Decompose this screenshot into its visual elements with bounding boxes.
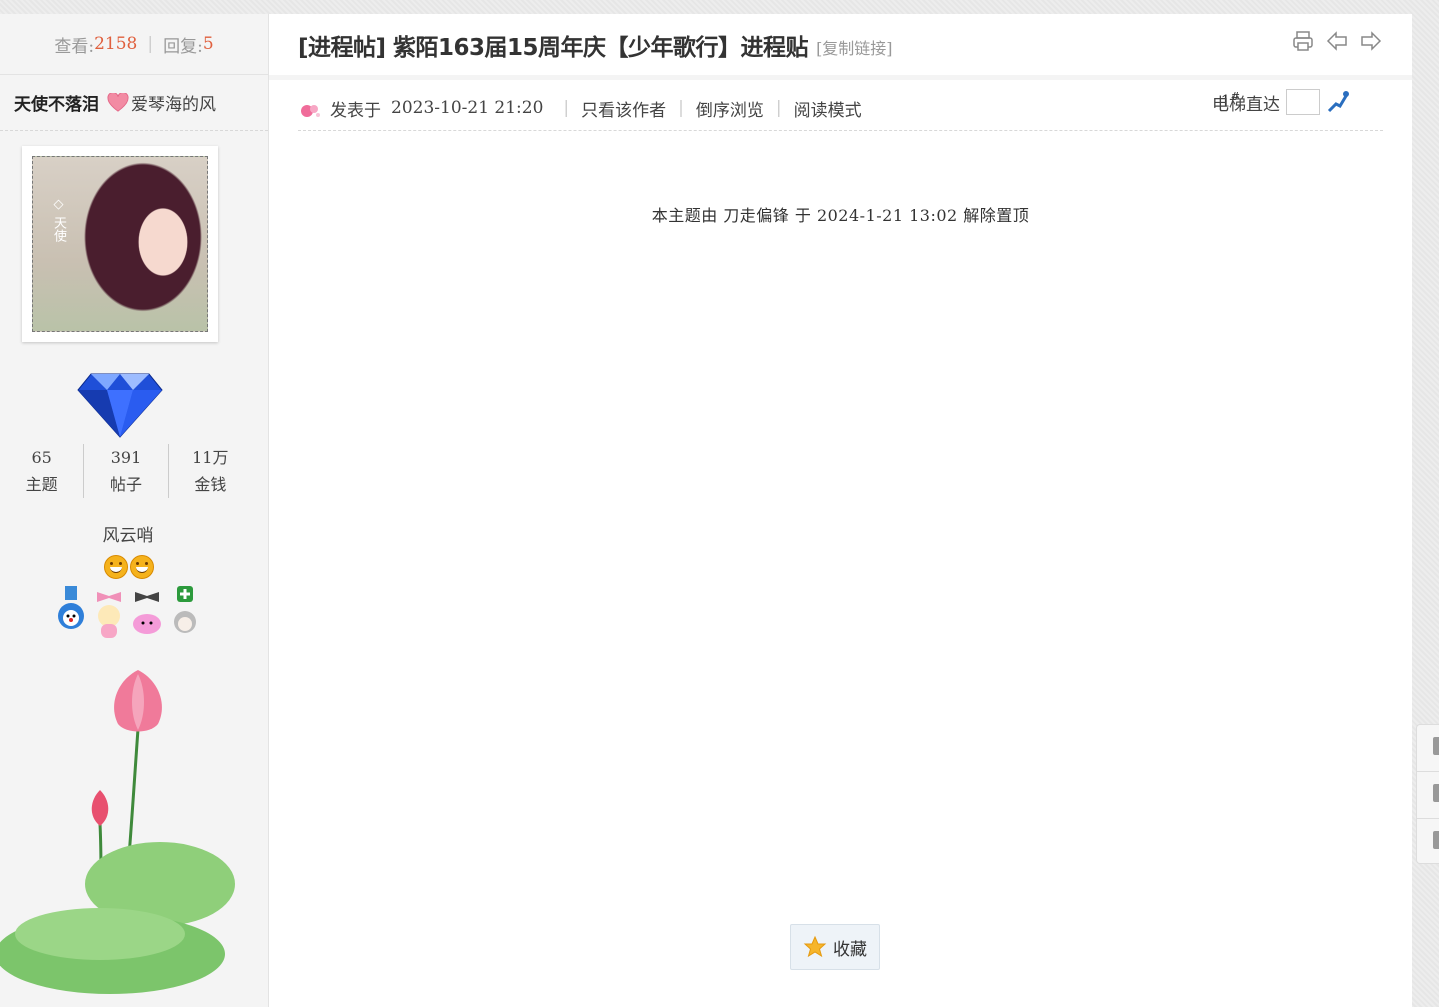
count-label: 帖子	[109, 475, 142, 494]
favorite-label: 收藏	[833, 939, 867, 960]
smiley-icon	[104, 555, 128, 579]
count-value: 11万	[192, 448, 229, 467]
floating-toolbar	[1416, 724, 1439, 864]
meta-divider: |	[678, 98, 684, 118]
read-mode-link[interactable]: 阅读模式	[794, 96, 862, 121]
posted-time: 2023-10-21 21:20	[391, 98, 544, 118]
medal-icon[interactable]	[56, 586, 86, 640]
medal-list	[56, 586, 200, 640]
previous-thread-icon[interactable]	[1326, 30, 1348, 52]
medal-icon[interactable]	[132, 586, 162, 640]
rank-stars	[104, 555, 154, 579]
avatar-caption: ◇ 天使	[51, 197, 66, 243]
count-value: 65	[31, 448, 52, 467]
elevator-jump: 电梯直达	[1212, 89, 1350, 115]
user-counts: 65 主题 391 帖子 11万 金钱	[0, 444, 252, 498]
count-value: 391	[110, 448, 142, 467]
next-thread-icon[interactable]	[1360, 30, 1382, 52]
medal-icon[interactable]	[170, 586, 200, 640]
only-author-link[interactable]: 只看该作者	[581, 96, 666, 121]
online-status-icon	[301, 105, 320, 117]
diamond-rank-icon	[77, 373, 163, 438]
author-sidebar: 查看: 2158 | 回复: 5 天使不落泪 爱琴海的风 ◇ 天使 65 主题 …	[0, 14, 269, 1007]
replies-count: 5	[202, 34, 214, 54]
author-slogan: 爱琴海的风	[131, 95, 216, 115]
smiley-icon	[130, 555, 154, 579]
avatar-image: ◇ 天使	[32, 156, 208, 332]
author-row: 天使不落泪 爱琴海的风	[0, 75, 268, 131]
post-main: [进程帖] 紫陌163届15周年庆【少年歌行】进程贴 [复制链接] 发表于 20…	[269, 14, 1412, 1007]
meta-divider: |	[563, 98, 570, 118]
views-count: 2158	[94, 34, 138, 54]
moderation-notice: 本主题由 刀走偏锋 于 2024-1-21 13:02 解除置顶	[651, 206, 1030, 225]
heart-icon	[107, 92, 129, 112]
replies-label: 回复:	[163, 36, 203, 57]
thread-title: [进程帖] 紫陌163届15周年庆【少年歌行】进程贴	[298, 34, 809, 61]
author-name[interactable]: 天使不落泪	[14, 90, 99, 115]
views-label: 查看:	[54, 36, 95, 57]
thread-header: [进程帖] 紫陌163届15周年庆【少年歌行】进程贴 [复制链接]	[269, 14, 1412, 80]
side-tool-middle[interactable]	[1417, 772, 1439, 819]
avatar[interactable]: ◇ 天使	[22, 146, 218, 342]
thread-tools	[1292, 30, 1382, 52]
count-label: 主题	[25, 475, 58, 494]
count-money[interactable]: 11万 金钱	[167, 444, 252, 498]
jump-go-icon[interactable]	[1326, 90, 1350, 114]
thread-stats: 查看: 2158 | 回复: 5	[0, 14, 268, 75]
elevator-label: 电梯直达	[1212, 94, 1280, 115]
lotus-decoration	[0, 670, 235, 994]
copy-link-button[interactable]: [复制链接]	[816, 35, 893, 59]
favorite-button[interactable]: 收藏	[790, 924, 880, 970]
side-tool-bottom[interactable]	[1417, 819, 1439, 865]
meta-divider: |	[775, 98, 782, 118]
star-icon	[803, 935, 827, 958]
stats-divider: |	[147, 34, 154, 54]
reverse-order-link[interactable]: 倒序浏览	[696, 96, 764, 121]
print-icon[interactable]	[1292, 30, 1314, 52]
user-group[interactable]: 风云哨	[0, 521, 256, 546]
posted-label: 发表于	[330, 100, 381, 121]
floor-jump-input[interactable]	[1286, 89, 1320, 115]
count-label: 金钱	[194, 475, 227, 494]
count-posts[interactable]: 391 帖子	[83, 444, 167, 498]
medal-icon[interactable]	[94, 586, 124, 640]
side-tool-top[interactable]	[1417, 725, 1439, 772]
count-topics[interactable]: 65 主题	[0, 444, 83, 498]
